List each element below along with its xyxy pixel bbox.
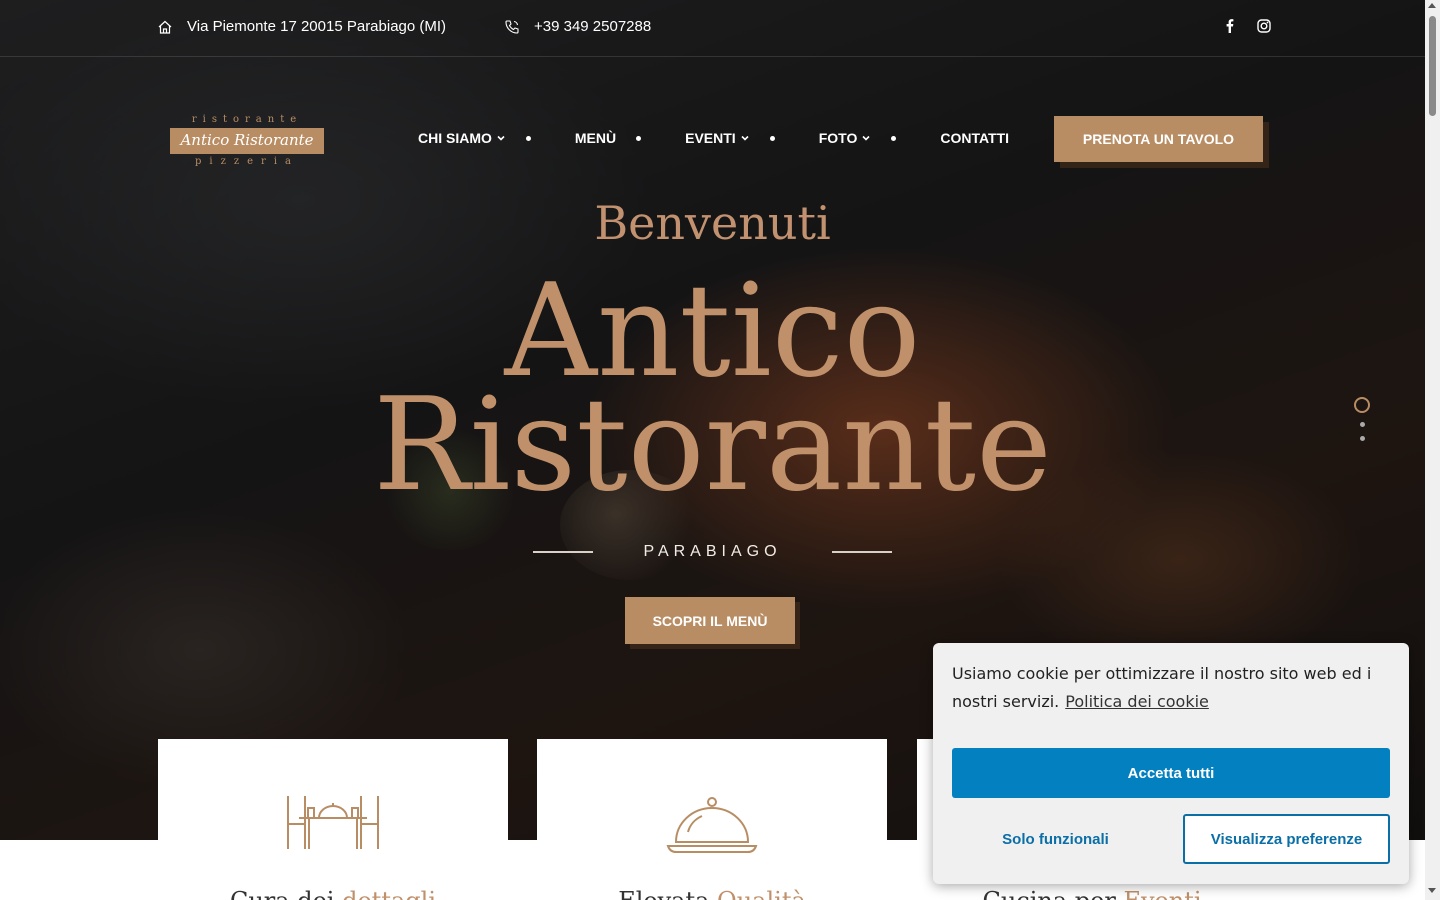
feature-card: Cura dei dettagli (158, 739, 508, 900)
scroll-down-arrow[interactable] (1428, 888, 1436, 893)
divider (533, 551, 593, 553)
feature-card-title: Cucina per Eventi (917, 887, 1267, 900)
dining-table-icon (158, 794, 508, 854)
feature-title-accent: dettagli (342, 887, 436, 900)
feature-card: Elevata Qualità (537, 739, 887, 900)
address-text: Via Piemonte 17 20015 Parabiago (MI) (187, 18, 447, 35)
feature-title-plain: Elevata (618, 887, 709, 900)
hero-title-line2: Ristorante (373, 371, 1052, 520)
nav-item-foto[interactable]: FOTO (819, 130, 872, 146)
social-links (1222, 18, 1272, 34)
main-navbar: ristorante Antico Ristorante pizzeria CH… (0, 110, 1425, 170)
facebook-icon[interactable] (1222, 18, 1238, 34)
site-logo[interactable]: ristorante Antico Ristorante pizzeria (170, 114, 324, 167)
accept-all-button[interactable]: Accetta tutti (952, 748, 1390, 798)
nav-item-label: MENÙ (574, 130, 617, 146)
phone-icon (504, 19, 520, 35)
chevron-down-icon (496, 130, 506, 146)
hero-subtitle: PARABIAGO (533, 540, 892, 564)
scrollbar-thumb[interactable] (1429, 16, 1436, 116)
feature-card-title: Cura dei dettagli (158, 887, 508, 900)
feature-card-title: Elevata Qualità (537, 887, 887, 900)
feature-title-accent: Qualità (717, 887, 806, 900)
logo-main-text: Antico Ristorante (170, 128, 324, 154)
view-preferences-button[interactable]: Visualizza preferenze (1183, 814, 1390, 864)
slide-dot[interactable] (1359, 422, 1365, 427)
nav-item-label: CONTATTI (940, 130, 1010, 146)
nav-item-eventi[interactable]: EVENTI (685, 130, 750, 146)
nav-item-chi-siamo[interactable]: CHI SIAMO (418, 130, 506, 146)
hero-subtitle-text: PARABIAGO (643, 543, 782, 560)
nav-separator (636, 135, 642, 141)
phone-block[interactable]: +39 349 2507288 (504, 18, 651, 35)
feature-title-plain: Cucina per (982, 887, 1115, 900)
slide-dot-active[interactable] (1354, 397, 1370, 413)
chevron-down-icon (740, 130, 750, 146)
hero-welcome: Benvenuti (594, 196, 831, 250)
cookie-banner: Usiamo cookie per ottimizzare il nostro … (933, 643, 1409, 884)
cookie-message: Usiamo cookie per ottimizzare il nostro … (952, 660, 1392, 716)
divider (832, 551, 892, 553)
functional-only-button[interactable]: Solo funzionali (952, 814, 1159, 864)
book-table-button[interactable]: PRENOTA UN TAVOLO (1054, 116, 1263, 162)
nav-item-label: CHI SIAMO (418, 130, 492, 146)
nav-item-contatti[interactable]: CONTATTI (940, 130, 1009, 146)
nav-item-label: EVENTI (685, 130, 736, 146)
nav-item-menu[interactable]: MENÙ (575, 130, 616, 146)
page-scrollbar[interactable] (1425, 0, 1440, 900)
cloche-icon (537, 794, 887, 854)
top-info-bar: Via Piemonte 17 20015 Parabiago (MI) +39… (0, 0, 1425, 57)
instagram-icon[interactable] (1256, 18, 1272, 34)
slide-dot[interactable] (1359, 436, 1365, 441)
home-icon (157, 19, 173, 35)
scroll-up-arrow[interactable] (1428, 3, 1436, 8)
slider-pagination (1354, 397, 1370, 441)
feature-title-accent: Eventi (1123, 887, 1201, 900)
feature-title-plain: Cura dei (230, 887, 334, 900)
main-menu: CHI SIAMO MENÙ EVENTI FOTO CONTATTI (418, 130, 1009, 146)
nav-separator (525, 135, 531, 141)
phone-text[interactable]: +39 349 2507288 (534, 18, 651, 35)
cookie-policy-link[interactable]: Politica dei cookie (1065, 692, 1209, 711)
address-block: Via Piemonte 17 20015 Parabiago (MI) (157, 18, 446, 35)
nav-separator (891, 135, 897, 141)
discover-menu-button[interactable]: SCOPRI IL MENÙ (625, 597, 795, 644)
logo-top-text: ristorante (191, 114, 303, 125)
logo-bottom-text: pizzeria (195, 156, 299, 167)
nav-separator (769, 135, 775, 141)
chevron-down-icon (861, 130, 871, 146)
nav-item-label: FOTO (818, 130, 858, 146)
